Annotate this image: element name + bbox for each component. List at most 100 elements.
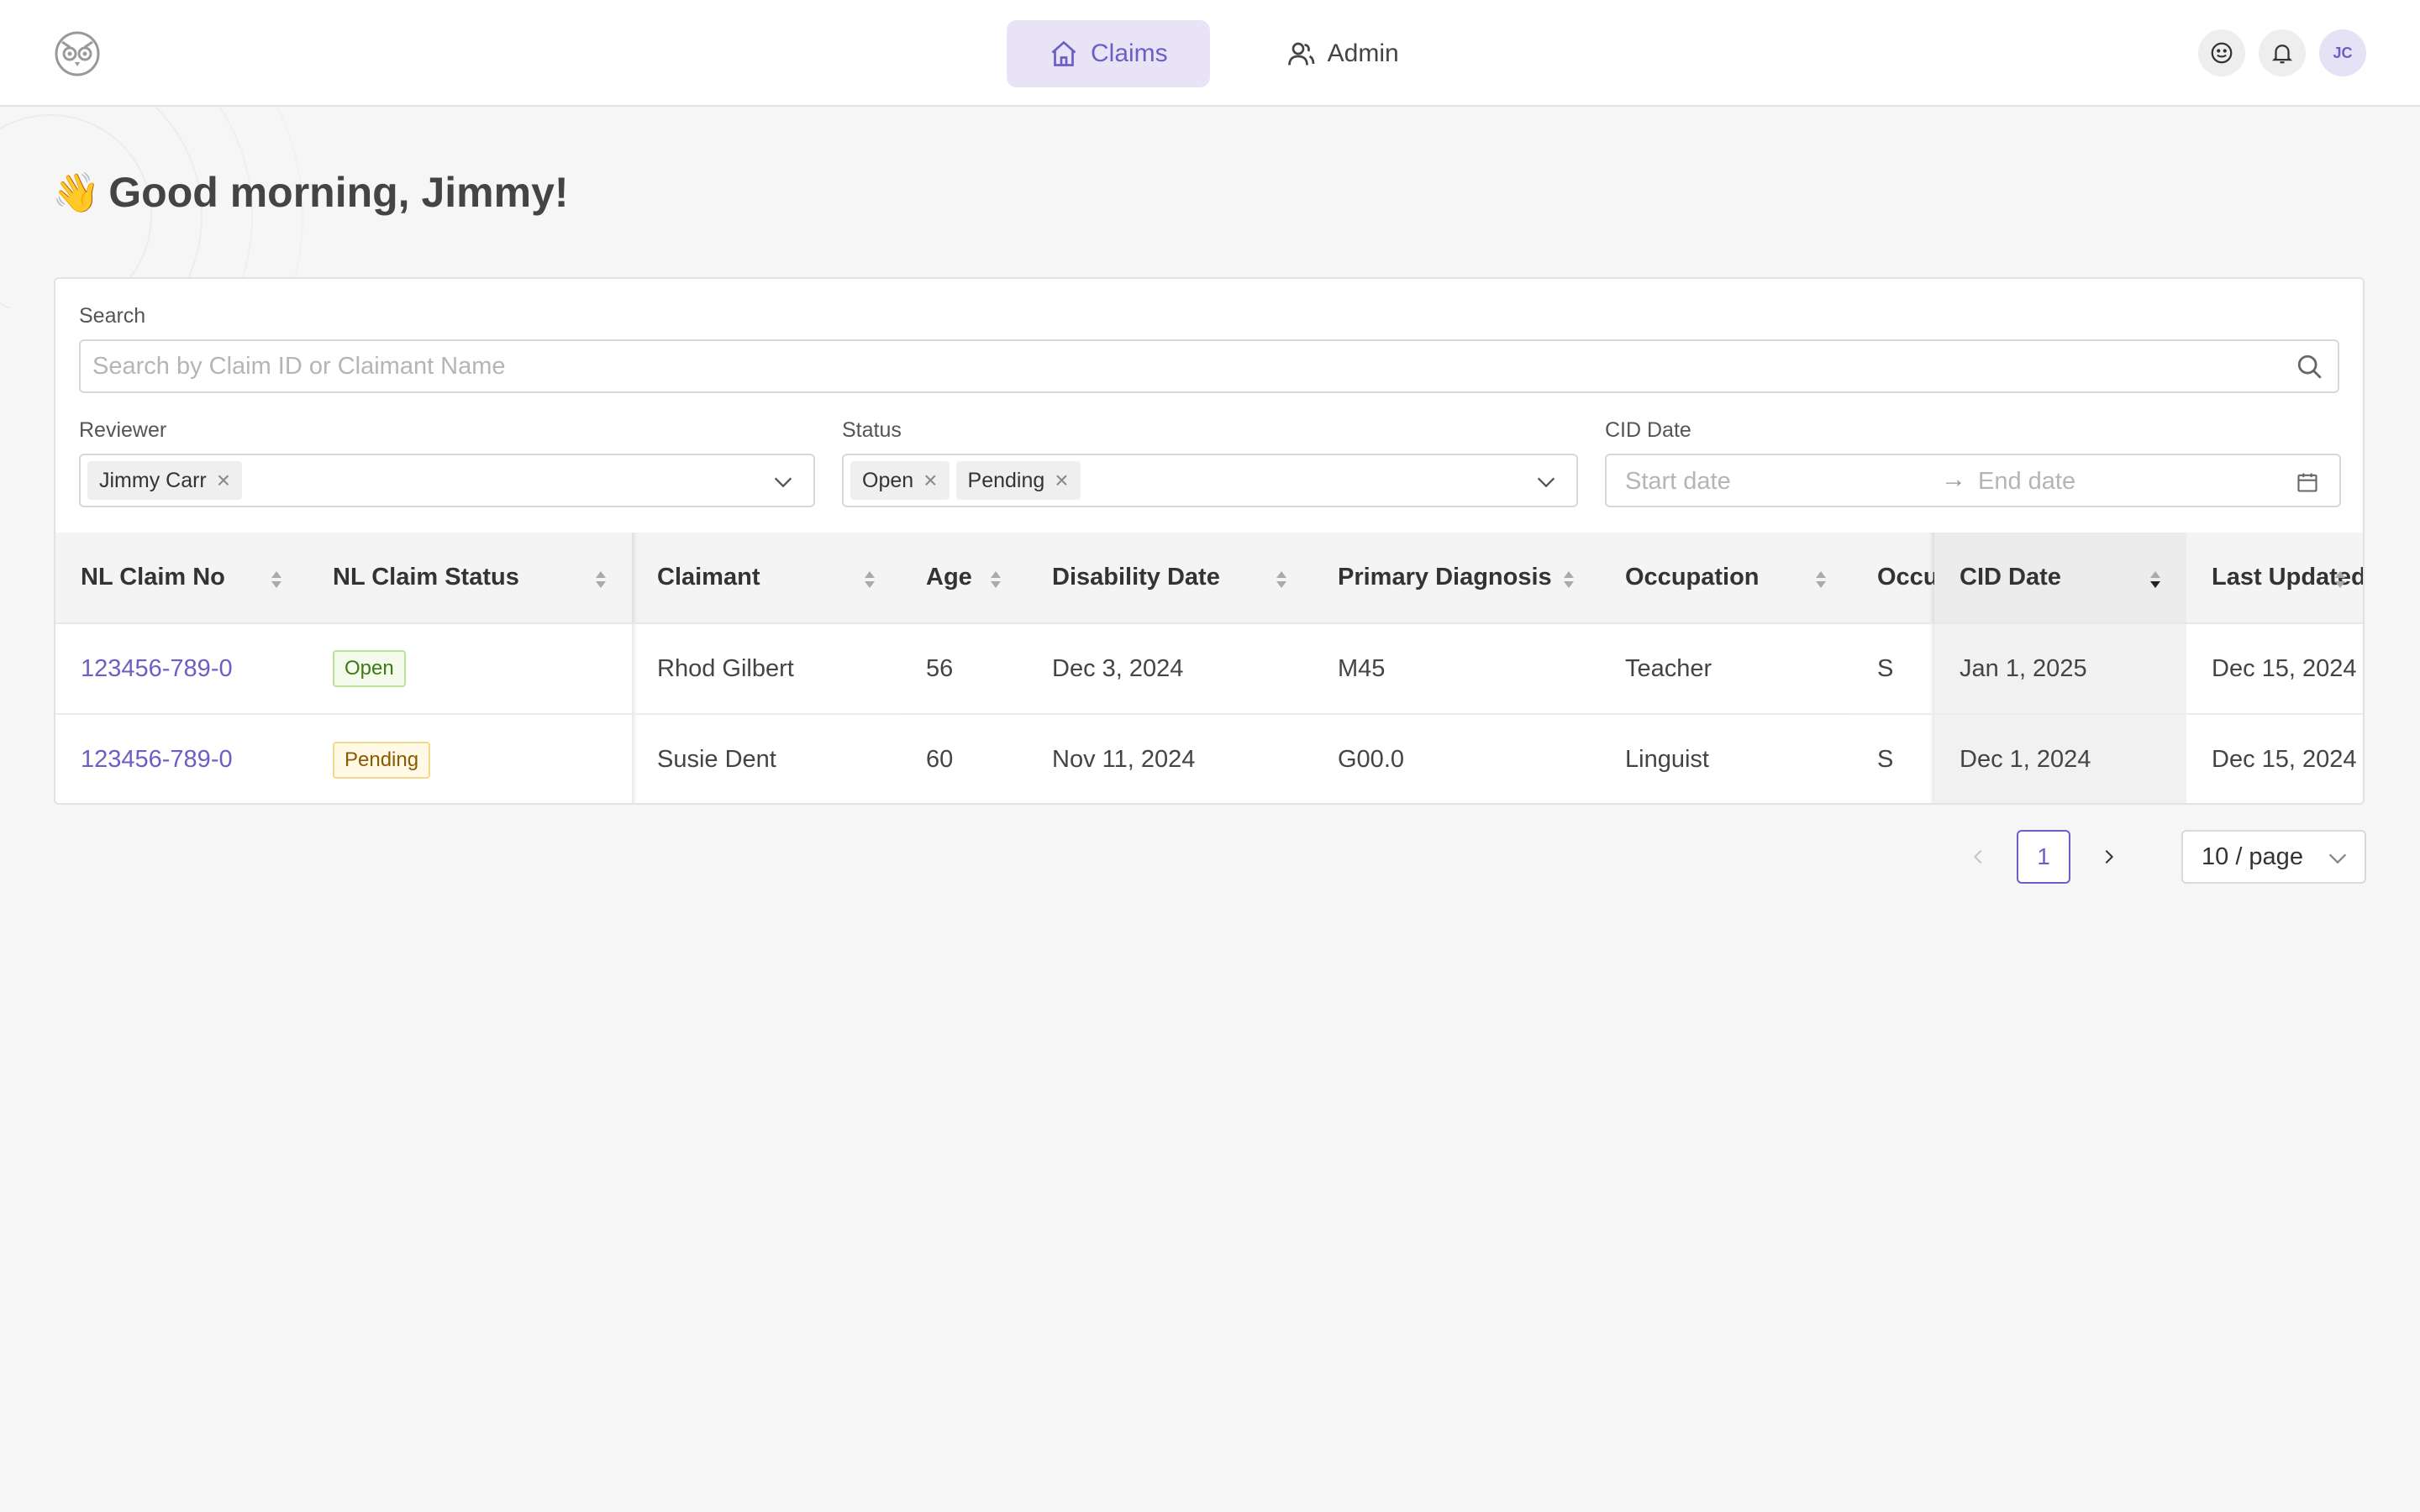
column-header-claimant[interactable]: Claimant (632, 533, 901, 624)
column-label: Occupation (1625, 564, 1760, 591)
arrow-right-icon: → (1941, 465, 1966, 493)
feedback-button[interactable] (2198, 29, 2245, 76)
cid-date-cell: Jan 1, 2025 (1934, 623, 2186, 715)
occupation-cell: Linguist (1625, 746, 1709, 773)
table-row[interactable]: 123456-789-0 Pending Susie Dent 60 Nov 1… (55, 714, 2363, 803)
remove-tag-icon[interactable]: × (923, 467, 937, 494)
prev-page-button[interactable] (1961, 840, 1995, 874)
calendar-icon[interactable] (2296, 470, 2319, 494)
search-icon[interactable] (2296, 353, 2324, 381)
tag-label: Jimmy Carr (99, 468, 207, 492)
start-date-input[interactable]: Start date (1625, 468, 1731, 496)
column-header-claim-status[interactable]: NL Claim Status (308, 533, 632, 624)
search-input[interactable] (81, 341, 2265, 391)
chevron-down-icon (2328, 853, 2347, 864)
reviewer-tag: Jimmy Carr × (87, 461, 243, 500)
column-label: NL Claim No (81, 564, 225, 591)
age-cell: 56 (901, 623, 1027, 715)
status-label: Status (842, 418, 902, 442)
column-label: Occu (1877, 564, 1934, 591)
chevron-down-icon (774, 477, 792, 488)
cid-date-range-picker[interactable]: Start date → End date (1605, 454, 2341, 507)
sort-icon[interactable] (2333, 568, 2348, 591)
pagination: 1 10 / page (1961, 830, 2366, 884)
owl-logo-icon[interactable] (54, 30, 101, 77)
top-actions: JC (2198, 29, 2366, 76)
nav-item-label: Claims (1091, 39, 1168, 67)
nav-item-admin[interactable]: Admin (1244, 20, 1441, 87)
column-header-claim-no[interactable]: NL Claim No (55, 533, 308, 624)
column-label: Primary Diagnosis (1338, 564, 1552, 591)
claims-card: Search Reviewer Jimmy Carr × Status Open… (54, 277, 2365, 805)
sort-icon[interactable] (1274, 568, 1289, 591)
column-header-last-updated[interactable]: Last Updated (2186, 533, 2363, 624)
end-date-input[interactable]: End date (1978, 468, 2075, 496)
column-label: Claimant (657, 564, 760, 591)
sort-desc-icon[interactable] (2148, 568, 2163, 591)
smile-icon (2211, 42, 2233, 64)
search-field (79, 339, 2339, 393)
status-select[interactable]: Open × Pending × (842, 454, 1578, 507)
last-updated-cell: Dec 15, 2024 (2186, 623, 2363, 715)
age-cell: 60 (926, 746, 954, 773)
cid-date-label: CID Date (1605, 418, 1691, 442)
bell-icon (2271, 45, 2293, 64)
column-header-primary-diagnosis[interactable]: Primary Diagnosis (1313, 533, 1600, 624)
diagnosis-cell: M45 (1313, 623, 1600, 715)
diagnosis-cell: G00.0 (1338, 746, 1404, 773)
chevron-down-icon (1537, 477, 1555, 488)
claimant-cell: Susie Dent (632, 714, 901, 803)
claim-no-link[interactable]: 123456-789-0 (81, 655, 233, 682)
notifications-button[interactable] (2259, 29, 2306, 76)
sort-icon[interactable] (269, 568, 284, 591)
next-page-button[interactable] (2092, 840, 2126, 874)
home-icon (1051, 40, 1076, 66)
greeting-text: Good morning, Jimmy! (108, 169, 569, 216)
sort-icon[interactable] (988, 568, 1003, 591)
nav-item-claims[interactable]: Claims (1007, 20, 1210, 87)
wave-emoji: 👋 (52, 170, 101, 214)
column-header-age[interactable]: Age (901, 533, 1027, 624)
status-tag-pending: Pending × (955, 461, 1081, 500)
sort-icon[interactable] (1813, 568, 1828, 591)
users-icon (1287, 42, 1315, 66)
status-badge: Open (333, 650, 406, 687)
page-number-button[interactable]: 1 (2017, 830, 2070, 884)
column-label: CID Date (1960, 564, 2061, 591)
column-header-cid-date[interactable]: CID Date (1934, 533, 2186, 624)
main-nav: Claims Admin (1007, 20, 1441, 87)
table-row[interactable]: 123456-789-0 Open Rhod Gilbert 56 Dec 3,… (55, 623, 2363, 715)
status-tag-open: Open × (850, 461, 950, 500)
column-header-occupation[interactable]: Occupation (1600, 533, 1852, 624)
sort-icon[interactable] (862, 568, 877, 591)
remove-tag-icon[interactable]: × (1055, 467, 1068, 494)
nav-item-label: Admin (1327, 39, 1399, 67)
column-label: Age (926, 564, 972, 591)
column-label: Disability Date (1052, 564, 1220, 591)
avatar[interactable]: JC (2319, 29, 2366, 76)
chevron-right-icon (2105, 849, 2114, 864)
sort-icon[interactable] (593, 568, 608, 591)
greeting: 👋 Good morning, Jimmy! (52, 168, 569, 217)
table-header-row: NL Claim No NL Claim Status Claimant Age… (55, 533, 2363, 624)
disability-date-cell: Dec 3, 2024 (1027, 623, 1313, 715)
tag-label: Pending (967, 468, 1045, 492)
remove-tag-icon[interactable]: × (217, 467, 230, 494)
claimant-cell: Rhod Gilbert (632, 623, 901, 715)
column-header-disability-date[interactable]: Disability Date (1027, 533, 1313, 624)
reviewer-label: Reviewer (79, 418, 167, 442)
claim-no-link[interactable]: 123456-789-0 (81, 746, 233, 773)
page-size-select[interactable]: 10 / page (2181, 830, 2366, 884)
status-badge: Pending (333, 741, 431, 779)
occupation-truncated-cell: S (1852, 714, 1934, 803)
top-bar: Claims Admin JC (0, 0, 2420, 107)
tag-label: Open (862, 468, 914, 492)
reviewer-select[interactable]: Jimmy Carr × (79, 454, 815, 507)
occupation-cell: Teacher (1600, 623, 1852, 715)
chevron-left-icon (1973, 849, 1982, 864)
disability-date-cell: Nov 11, 2024 (1052, 746, 1196, 773)
column-header-occupation-truncated[interactable]: Occu (1852, 533, 1934, 624)
column-label: NL Claim Status (333, 564, 519, 591)
sort-icon[interactable] (1561, 568, 1576, 591)
page-size-label: 10 / page (2202, 843, 2303, 870)
